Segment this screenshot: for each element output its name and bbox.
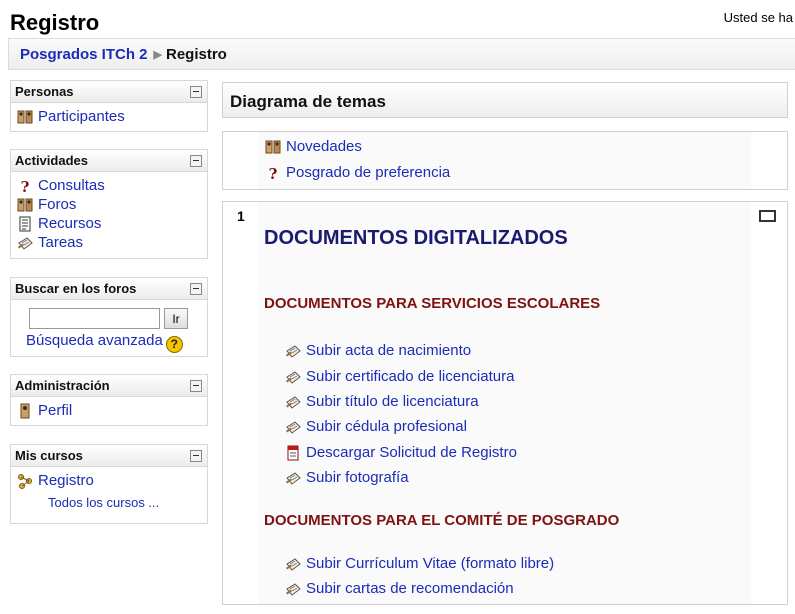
assignment-icon bbox=[285, 343, 301, 359]
block-item-recursos[interactable]: Recursos bbox=[17, 214, 203, 233]
block-item-consultas[interactable]: Consultas bbox=[17, 176, 203, 195]
assignment-icon bbox=[285, 394, 301, 410]
block-administracion: Administración Perfil bbox=[10, 374, 208, 426]
block-buscar: Buscar en los foros Ir Búsqueda avanzada… bbox=[10, 277, 208, 357]
block-personas: Personas Participantes bbox=[10, 80, 208, 132]
block-mis-cursos: Mis cursos Registro Todos los cursos ... bbox=[10, 444, 208, 524]
activity-link[interactable]: Subir cédula profesional bbox=[306, 418, 467, 435]
assignment-icon bbox=[285, 581, 301, 597]
section-1: 1 DOCUMENTOS DIGITALIZADOS DOCUMENTOS PA… bbox=[222, 201, 788, 605]
breadcrumb-current: Registro bbox=[166, 46, 227, 63]
block-item-foros[interactable]: Foros bbox=[17, 195, 203, 214]
question-icon bbox=[265, 165, 281, 181]
assignment-icon bbox=[17, 235, 33, 251]
advanced-search-link[interactable]: Búsqueda avanzada bbox=[26, 332, 163, 349]
highlight-toggle-icon[interactable] bbox=[759, 210, 776, 222]
course-icon bbox=[17, 473, 33, 489]
novedades-item[interactable]: Novedades bbox=[265, 138, 362, 155]
activity-item[interactable]: Subir acta de nacimiento bbox=[285, 342, 471, 359]
block-title: Buscar en los foros bbox=[15, 281, 137, 296]
perfil-link[interactable]: Perfil bbox=[38, 402, 72, 419]
activity-item[interactable]: Subir cédula profesional bbox=[285, 418, 467, 435]
person-icon bbox=[17, 403, 33, 419]
block-title: Administración bbox=[15, 378, 110, 393]
activity-item[interactable]: Subir fotografía bbox=[285, 469, 409, 486]
block-item-tareas[interactable]: Tareas bbox=[17, 233, 203, 252]
assignment-icon bbox=[285, 556, 301, 572]
activity-link[interactable]: Subir certificado de licenciatura bbox=[306, 368, 514, 385]
consultas-link[interactable]: Consultas bbox=[38, 177, 105, 194]
question-icon bbox=[17, 178, 33, 194]
page-title: Registro bbox=[10, 10, 100, 35]
people-icon bbox=[17, 197, 33, 213]
section-heading: DOCUMENTOS DIGITALIZADOS bbox=[264, 227, 568, 249]
activity-link[interactable]: Subir título de licenciatura bbox=[306, 393, 479, 410]
breadcrumb-separator-icon: ▶ bbox=[153, 49, 162, 61]
collapse-icon[interactable] bbox=[190, 380, 202, 392]
block-actividades: Actividades Consultas Foros Recursos Tar… bbox=[10, 149, 208, 259]
tareas-link[interactable]: Tareas bbox=[38, 234, 83, 251]
assignment-icon bbox=[285, 419, 301, 435]
activity-link[interactable]: Subir acta de nacimiento bbox=[306, 342, 471, 359]
section-number: 1 bbox=[237, 208, 245, 224]
block-header: Buscar en los foros bbox=[11, 278, 207, 300]
search-go-button[interactable]: Ir bbox=[164, 308, 188, 329]
breadcrumb-link-home[interactable]: Posgrados ITCh 2 bbox=[20, 46, 148, 63]
collapse-icon[interactable] bbox=[190, 86, 202, 98]
section-0: Novedades Posgrado de preferencia bbox=[222, 131, 788, 190]
activity-item[interactable]: Subir Currículum Vitae (formato libre) bbox=[285, 555, 554, 572]
block-item-participantes[interactable]: Participantes bbox=[17, 107, 203, 126]
block-header: Personas bbox=[11, 81, 207, 103]
block-title: Actividades bbox=[15, 153, 88, 168]
navbar: Posgrados ITCh 2 ▶ Registro bbox=[8, 38, 795, 70]
diagram-header: Diagrama de temas bbox=[222, 82, 788, 118]
block-header: Administración bbox=[11, 375, 207, 397]
subheading-comite-posgrado: DOCUMENTOS PARA EL COMITÉ DE POSGRADO bbox=[264, 512, 620, 529]
block-item-perfil[interactable]: Perfil bbox=[17, 401, 203, 420]
pdf-icon bbox=[285, 445, 301, 461]
breadcrumb: Posgrados ITCh 2 ▶ Registro bbox=[20, 46, 227, 63]
block-title: Mis cursos bbox=[15, 448, 83, 463]
forum-search-input[interactable] bbox=[29, 308, 160, 329]
block-header: Actividades bbox=[11, 150, 207, 172]
posgrado-preferencia-link[interactable]: Posgrado de preferencia bbox=[286, 164, 450, 181]
section-0-content: Novedades Posgrado de preferencia bbox=[258, 132, 751, 189]
activity-item[interactable]: Subir cartas de recomendación bbox=[285, 580, 514, 597]
activity-item[interactable]: Subir certificado de licenciatura bbox=[285, 368, 514, 385]
help-icon[interactable]: ? bbox=[165, 336, 183, 353]
collapse-icon[interactable] bbox=[190, 283, 202, 295]
block-item-registro[interactable]: Registro bbox=[17, 471, 203, 490]
page-header: Registro Usted se ha bbox=[0, 0, 795, 38]
activity-item[interactable]: Descargar Solicitud de Registro bbox=[285, 444, 517, 461]
activity-link[interactable]: Subir Currículum Vitae (formato libre) bbox=[306, 555, 554, 572]
registro-course-link[interactable]: Registro bbox=[38, 472, 94, 489]
all-courses-link[interactable]: Todos los cursos ... bbox=[48, 495, 159, 510]
activity-link[interactable]: Descargar Solicitud de Registro bbox=[306, 444, 517, 461]
people-icon bbox=[17, 109, 33, 125]
section-1-content: DOCUMENTOS DIGITALIZADOS DOCUMENTOS PARA… bbox=[258, 202, 751, 604]
posgrado-preferencia-item[interactable]: Posgrado de preferencia bbox=[265, 164, 450, 181]
novedades-link[interactable]: Novedades bbox=[286, 138, 362, 155]
activity-link[interactable]: Subir cartas de recomendación bbox=[306, 580, 514, 597]
participantes-link[interactable]: Participantes bbox=[38, 108, 125, 125]
document-icon bbox=[17, 216, 33, 232]
activity-link[interactable]: Subir fotografía bbox=[306, 469, 409, 486]
assignment-icon bbox=[285, 470, 301, 486]
foros-link[interactable]: Foros bbox=[38, 196, 76, 213]
assignment-icon bbox=[285, 369, 301, 385]
diagram-title: Diagrama de temas bbox=[230, 92, 386, 111]
collapse-icon[interactable] bbox=[190, 155, 202, 167]
people-icon bbox=[265, 139, 281, 155]
recursos-link[interactable]: Recursos bbox=[38, 215, 101, 232]
block-title: Personas bbox=[15, 84, 74, 99]
block-header: Mis cursos bbox=[11, 445, 207, 467]
subheading-servicios-escolares: DOCUMENTOS PARA SERVICIOS ESCOLARES bbox=[264, 295, 601, 312]
collapse-icon[interactable] bbox=[190, 450, 202, 462]
login-info: Usted se ha bbox=[723, 10, 793, 25]
activity-item[interactable]: Subir título de licenciatura bbox=[285, 393, 479, 410]
